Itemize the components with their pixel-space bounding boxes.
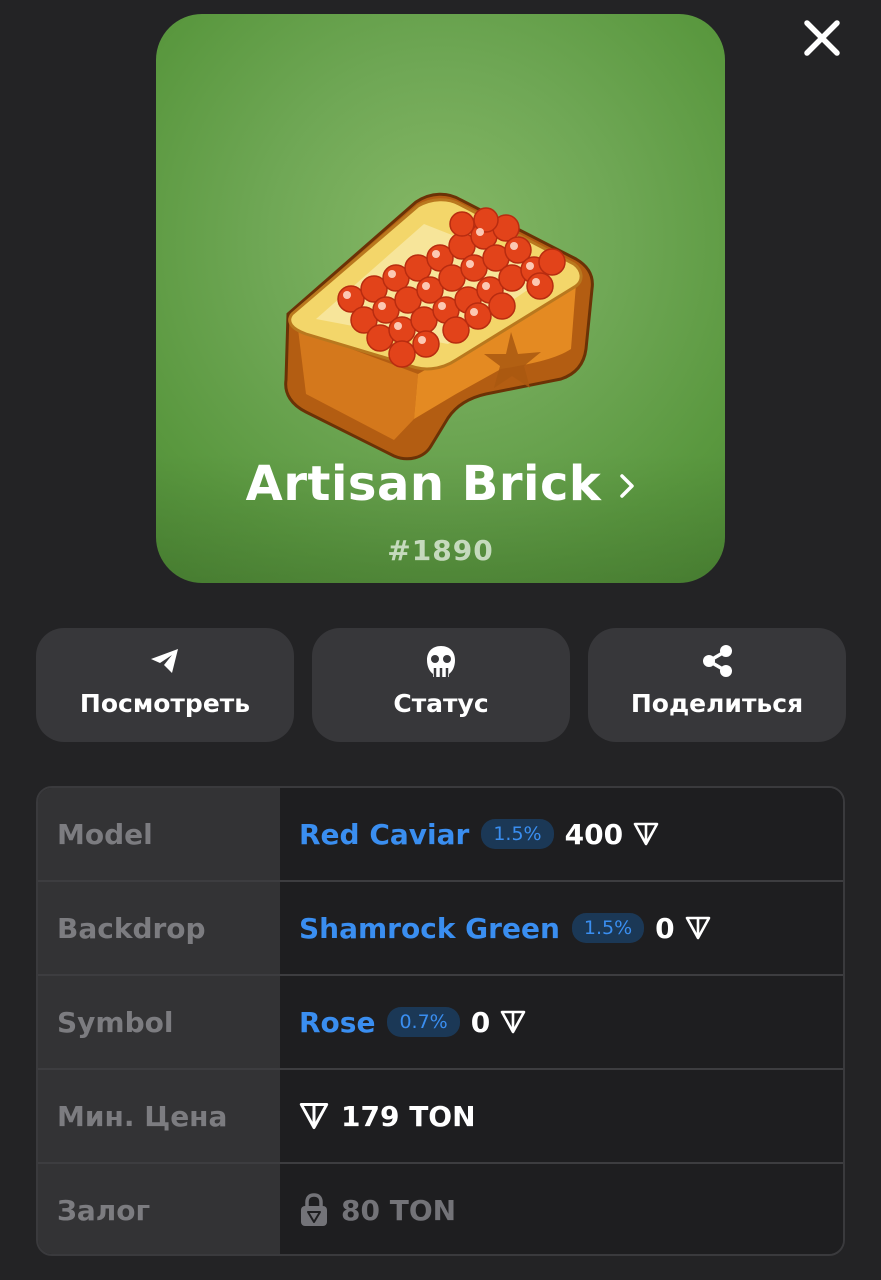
close-icon xyxy=(804,20,840,56)
status-button-label: Статус xyxy=(393,689,489,718)
model-label: Model xyxy=(38,788,280,880)
symbol-rarity-badge: 0.7% xyxy=(387,1007,460,1037)
table-row-min-price: Мин. Цена 179 TON xyxy=(38,1068,843,1162)
share-icon xyxy=(703,645,732,677)
min-price-label: Мин. Цена xyxy=(38,1070,280,1162)
backdrop-link[interactable]: Shamrock Green xyxy=(299,912,560,945)
table-row-symbol: Symbol Rose 0.7% 0 xyxy=(38,974,843,1068)
symbol-link[interactable]: Rose xyxy=(299,1006,375,1039)
close-button[interactable] xyxy=(802,18,842,58)
table-row-model: Model Red Caviar 1.5% 400 xyxy=(38,788,843,880)
model-rarity-badge: 1.5% xyxy=(481,819,554,849)
gift-title-link[interactable]: Artisan Brick xyxy=(156,454,725,517)
ton-icon xyxy=(633,822,659,846)
gift-title: Artisan Brick xyxy=(245,456,602,512)
ton-icon xyxy=(500,1010,526,1034)
telegram-plane-icon xyxy=(151,649,178,673)
min-price-value: 179 TON xyxy=(341,1099,476,1133)
status-button[interactable]: Статус xyxy=(312,628,570,742)
backdrop-rarity-badge: 1.5% xyxy=(571,913,645,943)
ton-icon xyxy=(299,1102,329,1130)
share-button[interactable]: Поделиться xyxy=(588,628,846,742)
view-button-label: Посмотреть xyxy=(79,689,251,718)
model-price: 400 xyxy=(564,817,624,851)
chevron-right-icon xyxy=(619,453,635,513)
symbol-price: 0 xyxy=(470,1005,491,1039)
lock-icon xyxy=(301,1193,327,1226)
gift-details-table: Model Red Caviar 1.5% 400 Backdrop Shamr… xyxy=(36,786,845,1256)
gift-number: #1890 xyxy=(387,534,494,567)
deposit-label: Залог xyxy=(38,1164,280,1254)
backdrop-price: 0 xyxy=(655,911,675,945)
symbol-label: Symbol xyxy=(38,976,280,1068)
status-icon xyxy=(427,646,455,677)
backdrop-label: Backdrop xyxy=(38,882,280,974)
deposit-value: 80 TON xyxy=(341,1193,457,1227)
table-row-deposit: Залог 80 TON xyxy=(38,1162,843,1254)
table-row-backdrop: Backdrop Shamrock Green 1.5% 0 xyxy=(38,880,843,974)
view-button[interactable]: Посмотреть xyxy=(36,628,294,742)
model-link[interactable]: Red Caviar xyxy=(299,818,469,851)
share-button-label: Поделиться xyxy=(630,689,804,718)
ton-icon xyxy=(685,916,710,940)
gift-card: Artisan Brick #1890 xyxy=(156,14,725,583)
